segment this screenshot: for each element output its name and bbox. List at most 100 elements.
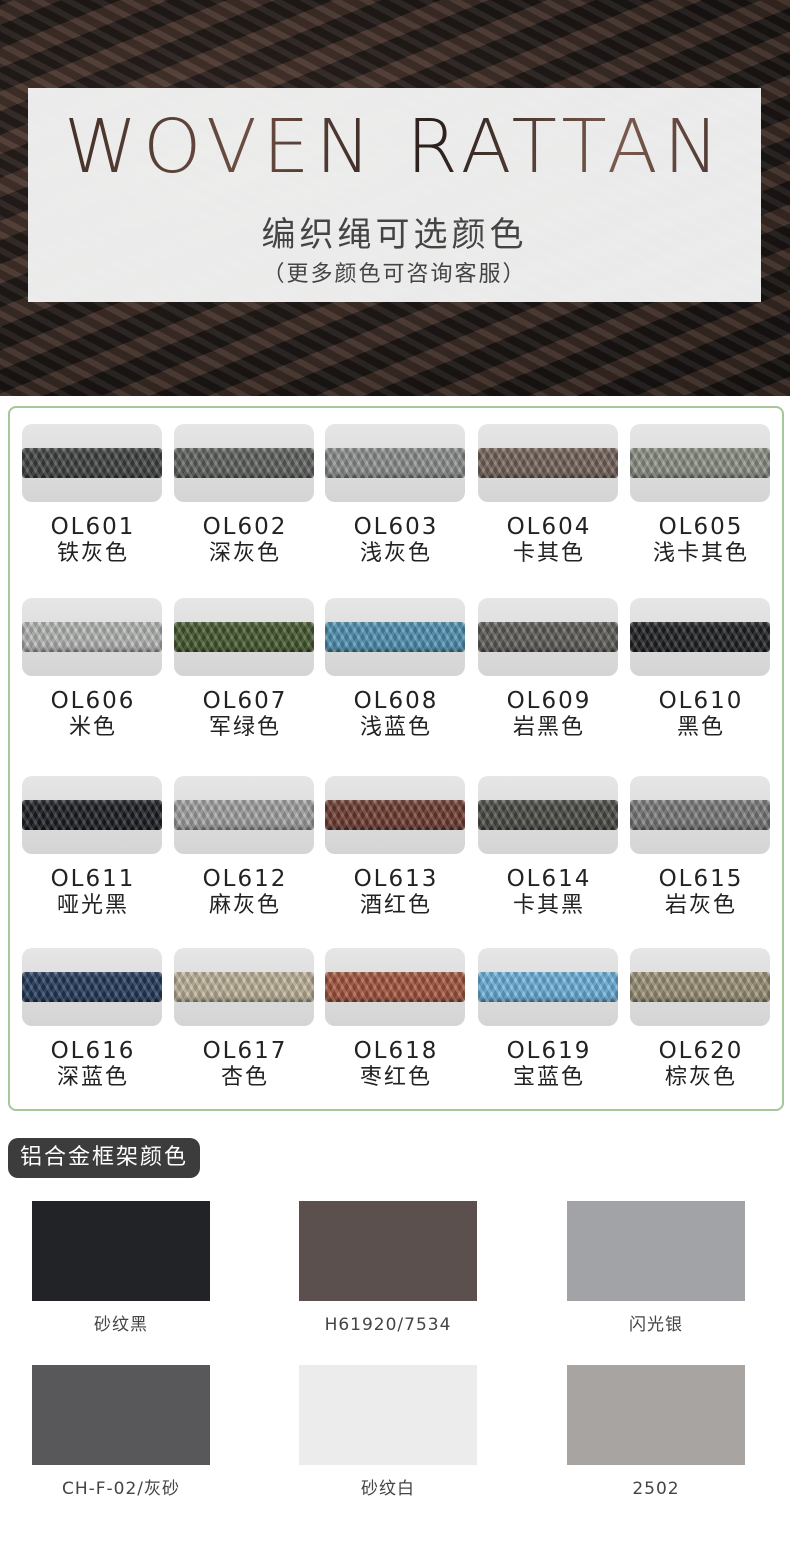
frame-color-item: 砂纹白: [299, 1365, 477, 1498]
rope-sample: [325, 448, 465, 478]
hero-title: WOVEN RATTAN: [28, 110, 761, 184]
rope-sample: [325, 622, 465, 652]
rope-name: 米色: [68, 715, 117, 740]
rope-sample: [174, 448, 314, 478]
frame-label: 闪光银: [629, 1315, 683, 1335]
frame-color-item: CH-F-02/灰砂: [32, 1365, 210, 1498]
rope-swatch: [22, 776, 162, 854]
rope-sample: [630, 448, 770, 478]
rope-color-item: OL606 米色: [22, 598, 164, 739]
rope-color-item: OL601 铁灰色: [22, 424, 164, 565]
rope-sample: [630, 972, 770, 1002]
rope-swatch: [325, 598, 465, 676]
frame-color-item: 闪光银: [567, 1201, 745, 1334]
frame-swatch: [567, 1365, 745, 1465]
rope-name: 杏色: [220, 1065, 269, 1090]
rope-color-item: OL610 黑色: [630, 598, 772, 739]
rope-name: 浅灰色: [359, 541, 432, 566]
rope-swatch: [174, 598, 314, 676]
rope-code: OL610: [658, 688, 744, 714]
rope-name: 卡其黑: [512, 893, 585, 918]
frame-label: H61920/7534: [324, 1315, 452, 1335]
frame-label: 2502: [632, 1479, 680, 1499]
frame-color-item: H61920/7534: [299, 1201, 477, 1334]
rope-swatch: [478, 948, 618, 1026]
rope-swatch: [325, 948, 465, 1026]
rope-sample: [630, 800, 770, 830]
rope-color-item: OL615 岩灰色: [630, 776, 772, 917]
rope-color-item: OL607 军绿色: [174, 598, 316, 739]
frame-swatch: [32, 1365, 210, 1465]
rope-name: 枣红色: [359, 1065, 432, 1090]
rope-code: OL618: [353, 1038, 439, 1064]
rope-name: 浅蓝色: [359, 715, 432, 740]
rope-color-item: OL619 宝蓝色: [478, 948, 620, 1089]
rope-code: OL601: [50, 514, 136, 540]
frame-swatch: [32, 1201, 210, 1301]
rope-color-item: OL617 杏色: [174, 948, 316, 1089]
hero-subtitle: 编织绳可选颜色: [261, 215, 528, 255]
rope-sample: [630, 622, 770, 652]
rope-swatch: [478, 598, 618, 676]
rope-code: OL608: [353, 688, 439, 714]
rope-code: OL612: [202, 866, 288, 892]
rope-sample: [325, 972, 465, 1002]
rope-code: OL609: [506, 688, 592, 714]
rope-name: 铁灰色: [56, 541, 129, 566]
rope-swatch: [630, 424, 770, 502]
rope-sample: [478, 972, 618, 1002]
rope-color-item: OL618 枣红色: [325, 948, 467, 1089]
rope-code: OL607: [202, 688, 288, 714]
rope-sample: [22, 800, 162, 830]
rope-sample: [22, 622, 162, 652]
frame-color-item: 2502: [567, 1365, 745, 1498]
rope-code: OL615: [658, 866, 744, 892]
rope-swatch: [325, 424, 465, 502]
rope-swatch: [174, 776, 314, 854]
rope-sample: [22, 448, 162, 478]
rope-name: 哑光黑: [56, 893, 129, 918]
rope-swatch: [22, 598, 162, 676]
rope-sample: [22, 972, 162, 1002]
rope-color-panel: OL601 铁灰色 OL602 深灰色 OL603 浅灰色 OL604 卡其色 OL605 浅卡其…: [8, 406, 784, 1111]
rope-name: 酒红色: [359, 893, 432, 918]
rope-color-item: OL609 岩黑色: [478, 598, 620, 739]
frame-swatch: [299, 1365, 477, 1465]
frame-label: CH-F-02/灰砂: [61, 1479, 181, 1499]
rope-color-item: OL603 浅灰色: [325, 424, 467, 565]
rope-code: OL605: [658, 514, 744, 540]
rope-color-item: OL604 卡其色: [478, 424, 620, 565]
rope-code: OL613: [353, 866, 439, 892]
rope-color-item: OL612 麻灰色: [174, 776, 316, 917]
frame-color-item: 砂纹黑: [32, 1201, 210, 1334]
rope-code: OL604: [506, 514, 592, 540]
rope-name: 黑色: [676, 715, 725, 740]
rope-swatch: [174, 948, 314, 1026]
rope-code: OL619: [506, 1038, 592, 1064]
rope-color-item: OL613 酒红色: [325, 776, 467, 917]
hero-note: （更多颜色可咨询客服）: [262, 262, 527, 287]
rope-color-item: OL616 深蓝色: [22, 948, 164, 1089]
rope-code: OL606: [50, 688, 136, 714]
frame-label: 砂纹白: [361, 1479, 415, 1499]
hero-banner: WOVEN RATTAN 编织绳可选颜色 （更多颜色可咨询客服）: [0, 0, 790, 396]
rope-code: OL614: [506, 866, 592, 892]
rope-sample: [174, 800, 314, 830]
rope-swatch: [630, 776, 770, 854]
rope-code: OL611: [50, 866, 136, 892]
rope-name: 深灰色: [208, 541, 281, 566]
rope-name: 军绿色: [208, 715, 281, 740]
rope-swatch: [325, 776, 465, 854]
rope-code: OL620: [658, 1038, 744, 1064]
rope-name: 卡其色: [512, 541, 585, 566]
rope-name: 棕灰色: [664, 1065, 737, 1090]
rope-swatch: [22, 424, 162, 502]
rope-sample: [174, 622, 314, 652]
rope-swatch: [22, 948, 162, 1026]
rope-swatch: [630, 948, 770, 1026]
rope-swatch: [478, 776, 618, 854]
rope-sample: [174, 972, 314, 1002]
rope-color-item: OL608 浅蓝色: [325, 598, 467, 739]
rope-name: 岩黑色: [512, 715, 585, 740]
rope-sample: [325, 800, 465, 830]
